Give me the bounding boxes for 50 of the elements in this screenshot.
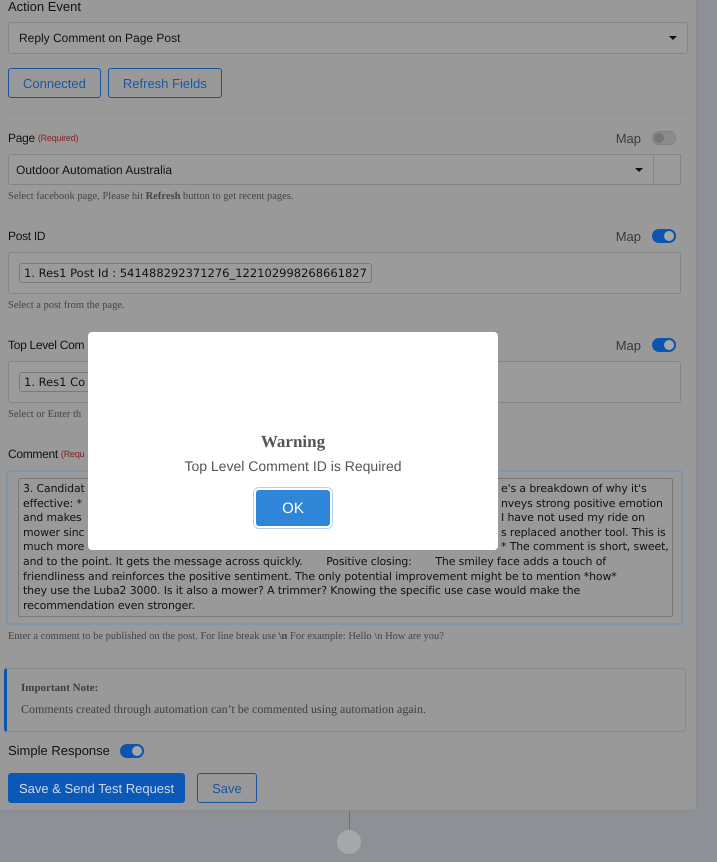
help-text: Select facebook page, Please hit Refresh button to get recent pages.	[8, 191, 295, 202]
add-node-circle[interactable]	[337, 830, 361, 854]
primary-button[interactable]: Save & Send Test Request	[8, 773, 186, 804]
map-label: Map	[616, 228, 641, 244]
required-label: (Requ	[60, 449, 84, 459]
comment-text: recommendation even stronger.	[23, 598, 195, 612]
connector-line	[349, 811, 350, 831]
page-select[interactable]: Outdoor Automation Australia	[8, 154, 654, 185]
comment-text: and makes	[23, 511, 82, 526]
caret-icon	[669, 36, 677, 40]
comment-text: much more	[23, 540, 84, 555]
field-label: Post ID	[8, 229, 46, 243]
comment-text: I have not used my ride on	[501, 511, 645, 526]
action-event-select[interactable]: Reply Comment on Page Post	[8, 22, 688, 54]
help-text: Select or Enter th	[8, 409, 82, 420]
comment-text: * The comment is short, sweet,	[501, 540, 669, 555]
simple-response-toggle[interactable]	[120, 744, 144, 758]
map-toggle[interactable]	[652, 338, 676, 352]
note-text: Comments created through automation can’t be commented using automation again.	[21, 702, 428, 718]
help-text: Select a post from the page.	[8, 300, 126, 311]
required-label: (Required)	[38, 133, 78, 143]
mapped-field[interactable]: 1. Res1 Post Id : 541488292371276_122102998268661827	[8, 252, 681, 294]
comment-text: they use the Luba2 3000. Is it also a mower? A trimmer? Knowing the specific use case would make the	[23, 584, 580, 598]
value-chip: 1. Res1 Post Id : 541488292371276_122102998268661827	[19, 263, 372, 283]
comment-text: nveys strong positive emotion	[501, 496, 663, 512]
map-toggle[interactable]	[652, 131, 676, 145]
comment-text: s replaced another tool. This is	[501, 526, 666, 540]
field-label: Comment	[8, 447, 58, 461]
toggle-label: Simple Response	[8, 744, 110, 758]
comment-text: and to the point. It gets the message across quickly. Positive closing: The smiley face adds a touch of	[23, 554, 606, 568]
dialog-title: Warning	[260, 432, 326, 452]
comment-text: friendliness and reinforces the positive sentiment. The only potential improvement might be to mention *how*	[23, 570, 617, 583]
comment-text: mower sinc	[23, 526, 84, 540]
comment-text: 3. Candidat	[23, 482, 85, 497]
map-label: Map	[616, 338, 641, 352]
dialog-message: Top Level Comment ID is Required	[184, 458, 402, 474]
field-label: Top Level Com	[8, 338, 84, 352]
field-label: Action Event	[8, 0, 82, 14]
map-label: Map	[616, 130, 641, 146]
ok-button[interactable]: OK	[256, 490, 330, 526]
outline-button[interactable]: Connected	[8, 68, 101, 98]
note-title: Important Note:	[21, 682, 100, 694]
field-label: Page	[8, 131, 35, 145]
outline-button[interactable]: Refresh Fields	[108, 68, 222, 98]
caret-icon	[635, 168, 643, 172]
comment-text: e's a breakdown of why it's	[501, 482, 647, 497]
map-toggle[interactable]	[652, 229, 676, 243]
comment-text: effective: *	[23, 496, 82, 512]
help-text: Enter a comment to be published on the post. For line break use \n For example: Hello \n How are you?	[8, 631, 445, 642]
save-button[interactable]: Save	[197, 773, 257, 804]
